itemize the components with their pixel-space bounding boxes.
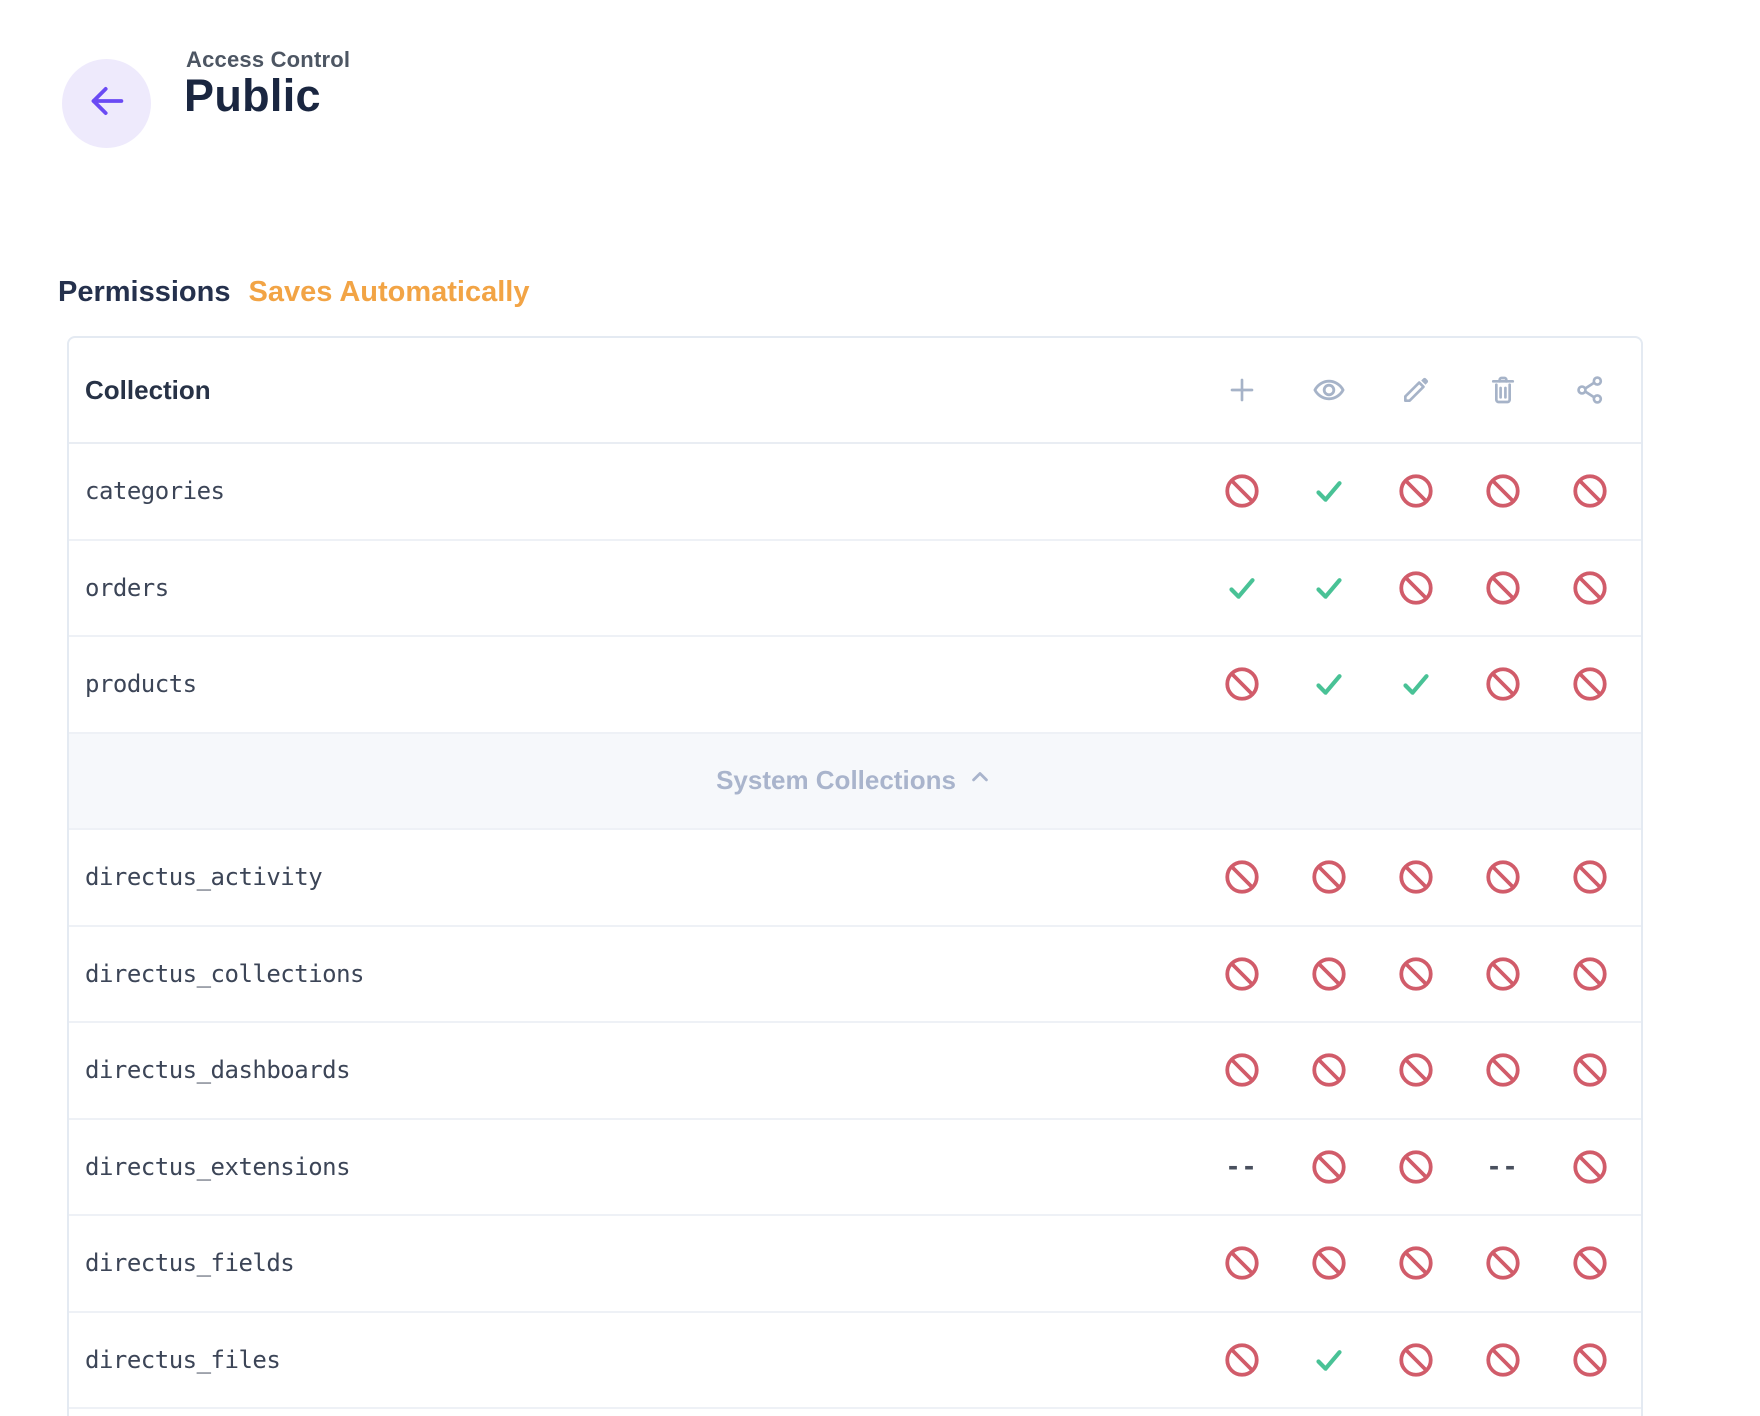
check-icon[interactable] — [1285, 444, 1372, 539]
block-icon[interactable] — [1459, 541, 1546, 636]
collection-name: directus_extensions — [85, 1153, 1198, 1181]
block-icon[interactable] — [1198, 927, 1285, 1022]
block-icon[interactable] — [1546, 1313, 1633, 1408]
block-icon[interactable] — [1459, 830, 1546, 925]
block-icon[interactable] — [1198, 444, 1285, 539]
block-icon[interactable] — [1372, 541, 1459, 636]
block-icon[interactable] — [1372, 1216, 1459, 1311]
collection-name: products — [85, 670, 1198, 698]
table-row: directus_fields — [69, 1216, 1641, 1313]
table-row: directus_activity — [69, 830, 1641, 927]
check-icon[interactable] — [1198, 541, 1285, 636]
collection-name: categories — [85, 477, 1198, 505]
no-permission-dash[interactable]: -- — [1198, 1120, 1285, 1215]
block-icon[interactable] — [1546, 637, 1633, 732]
chevron-up-icon — [966, 763, 994, 798]
permission-cells — [1198, 637, 1633, 732]
block-icon[interactable] — [1546, 830, 1633, 925]
block-icon[interactable] — [1546, 444, 1633, 539]
arrow-left-icon — [84, 78, 130, 129]
permission-cells — [1198, 830, 1633, 925]
user-collection-rows: categories orders products — [69, 444, 1641, 734]
system-collections-toggle[interactable]: System Collections — [69, 734, 1641, 831]
table-row: orders — [69, 541, 1641, 638]
collection-name: directus_files — [85, 1346, 1198, 1374]
plus-icon — [1226, 374, 1258, 406]
block-icon[interactable] — [1198, 637, 1285, 732]
block-icon[interactable] — [1546, 1023, 1633, 1118]
permission-cells — [1198, 541, 1633, 636]
table-row: categories — [69, 444, 1641, 541]
collection-name: directus_collections — [85, 960, 1198, 988]
permissions-label: Permissions — [58, 276, 230, 308]
check-icon[interactable] — [1285, 541, 1372, 636]
collection-name: directus_activity — [85, 863, 1198, 891]
block-icon[interactable] — [1198, 830, 1285, 925]
system-collection-rows: directus_activity directus_collectionsdir… — [69, 830, 1641, 1409]
block-icon[interactable] — [1372, 1023, 1459, 1118]
block-icon[interactable] — [1285, 1216, 1372, 1311]
block-icon[interactable] — [1372, 1313, 1459, 1408]
pencil-icon — [1400, 374, 1432, 406]
table-row: directus_dashboards — [69, 1023, 1641, 1120]
collection-column-header: Collection — [85, 375, 1198, 406]
block-icon[interactable] — [1546, 1120, 1633, 1215]
block-icon[interactable] — [1459, 1313, 1546, 1408]
create-column-header — [1198, 373, 1285, 407]
eye-icon — [1312, 373, 1346, 407]
action-column-headers — [1198, 373, 1633, 407]
block-icon[interactable] — [1198, 1216, 1285, 1311]
table-row: directus_collections — [69, 927, 1641, 1024]
block-icon[interactable] — [1198, 1023, 1285, 1118]
read-column-header — [1285, 373, 1372, 407]
share-icon — [1574, 374, 1606, 406]
page-title: Public — [184, 70, 321, 122]
no-permission-dash[interactable]: -- — [1459, 1120, 1546, 1215]
permissions-table: Collection — [67, 336, 1643, 1416]
block-icon[interactable] — [1285, 830, 1372, 925]
block-icon[interactable] — [1546, 1216, 1633, 1311]
delete-column-header — [1459, 373, 1546, 407]
autosave-note: Saves Automatically — [248, 276, 529, 308]
collection-name: directus_dashboards — [85, 1056, 1198, 1084]
permission-cells — [1198, 927, 1633, 1022]
permission-cells — [1198, 1313, 1633, 1408]
share-column-header — [1546, 373, 1633, 407]
check-icon[interactable] — [1372, 637, 1459, 732]
permission-cells — [1198, 1216, 1633, 1311]
update-column-header — [1372, 373, 1459, 407]
block-icon[interactable] — [1459, 444, 1546, 539]
block-icon[interactable] — [1372, 830, 1459, 925]
permission-cells — [1198, 1023, 1633, 1118]
block-icon[interactable] — [1285, 1120, 1372, 1215]
trash-icon — [1487, 374, 1519, 406]
block-icon[interactable] — [1546, 927, 1633, 1022]
collection-name: orders — [85, 574, 1198, 602]
check-icon[interactable] — [1285, 1313, 1372, 1408]
check-icon[interactable] — [1285, 637, 1372, 732]
block-icon[interactable] — [1372, 1120, 1459, 1215]
block-icon[interactable] — [1198, 1313, 1285, 1408]
table-row: directus_files — [69, 1313, 1641, 1410]
block-icon[interactable] — [1459, 1023, 1546, 1118]
table-row: directus_extensions---- — [69, 1120, 1641, 1217]
block-icon[interactable] — [1372, 927, 1459, 1022]
collection-name: directus_fields — [85, 1249, 1198, 1277]
table-header-row: Collection — [69, 338, 1641, 444]
block-icon[interactable] — [1459, 637, 1546, 732]
permission-cells: -- -- — [1198, 1120, 1633, 1215]
table-row: products — [69, 637, 1641, 734]
block-icon[interactable] — [1285, 1023, 1372, 1118]
permission-cells — [1198, 444, 1633, 539]
block-icon[interactable] — [1372, 444, 1459, 539]
system-collections-label: System Collections — [716, 765, 956, 796]
permissions-heading: Permissions Saves Automatically — [58, 276, 529, 309]
block-icon[interactable] — [1459, 1216, 1546, 1311]
block-icon[interactable] — [1285, 927, 1372, 1022]
block-icon[interactable] — [1546, 541, 1633, 636]
block-icon[interactable] — [1459, 927, 1546, 1022]
back-button[interactable] — [62, 59, 151, 148]
